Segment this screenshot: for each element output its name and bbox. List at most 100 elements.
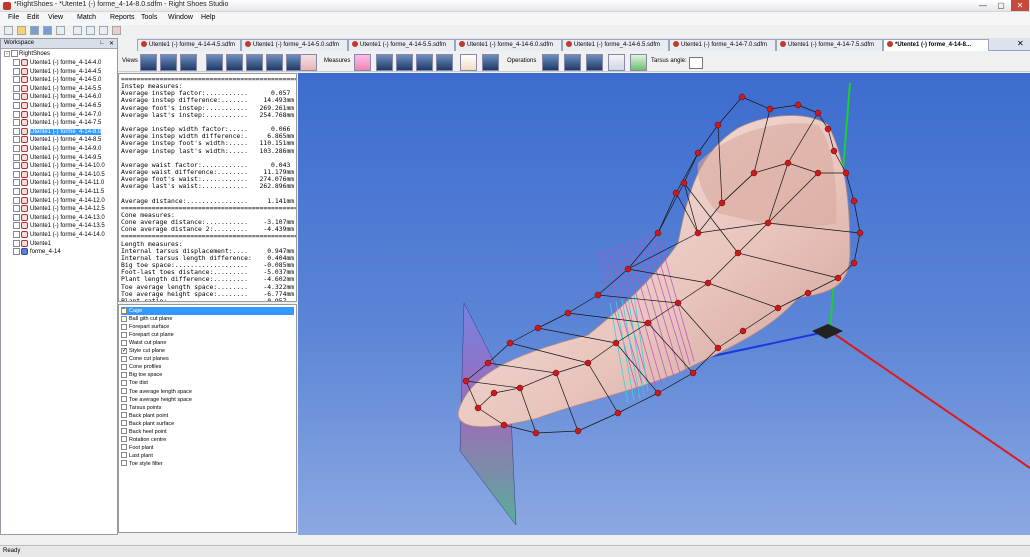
layer-checkbox[interactable]	[121, 444, 127, 451]
cage-control-point[interactable]	[532, 429, 540, 437]
save-all-icon[interactable]	[43, 26, 52, 35]
view-front-button[interactable]	[206, 54, 223, 71]
layer-item[interactable]: Tarsus points	[121, 404, 161, 412]
tree-checkbox[interactable]	[13, 188, 20, 195]
layer-item[interactable]: Back plant point	[121, 412, 168, 420]
layer-item[interactable]: Cone profiles	[121, 363, 161, 371]
layer-checkbox[interactable]	[121, 420, 127, 427]
layer-checkbox[interactable]	[121, 388, 127, 395]
cage-control-point[interactable]	[850, 197, 858, 205]
layer-item[interactable]: Toe average length space	[121, 388, 192, 396]
close-icon[interactable]: ✕	[1011, 0, 1029, 11]
layer-checkbox[interactable]	[121, 404, 127, 411]
cage-control-point[interactable]	[750, 169, 758, 177]
tree-checkbox[interactable]	[13, 231, 20, 238]
tab-forme-7-0[interactable]: Utente1 (-) forme_4-14-7.0.sdfm	[669, 39, 776, 51]
layer-item[interactable]: ✓ Style cut plane	[121, 347, 165, 355]
tarsus-angle-input[interactable]	[689, 57, 703, 69]
save-icon[interactable]	[30, 26, 39, 35]
cage-control-point[interactable]	[718, 199, 726, 207]
layer-item[interactable]: Forepart cut plane	[121, 331, 174, 339]
cage-control-point[interactable]	[804, 289, 812, 297]
tree-checkbox[interactable]	[13, 205, 20, 213]
tree-checkbox[interactable]	[13, 170, 20, 178]
layer-item[interactable]: Forepart surface	[121, 323, 169, 331]
layer-checkbox[interactable]	[121, 436, 127, 443]
cage-control-point[interactable]	[734, 249, 742, 257]
tree-checkbox[interactable]	[13, 67, 20, 75]
new-file-icon[interactable]	[4, 26, 13, 35]
cage-control-point[interactable]	[689, 369, 697, 377]
layer-checkbox[interactable]: ✓	[121, 347, 127, 354]
menu-file[interactable]: File	[8, 14, 19, 21]
tree-root[interactable]: - RightShoes	[4, 50, 50, 59]
measure-height-button[interactable]	[416, 54, 433, 71]
layer-item[interactable]: Rotation centre	[121, 436, 166, 444]
tree-checkbox[interactable]	[13, 179, 20, 187]
collapse-icon[interactable]: -	[4, 50, 10, 57]
viewport-canvas[interactable]	[298, 73, 1030, 535]
layer-checkbox[interactable]	[121, 315, 127, 322]
view-back-button[interactable]	[226, 54, 243, 71]
delete-icon[interactable]	[112, 26, 121, 35]
measure-girth-button[interactable]	[436, 54, 453, 71]
cage-control-point[interactable]	[484, 359, 492, 367]
cage-control-point[interactable]	[764, 219, 772, 227]
layer-checkbox[interactable]	[121, 339, 127, 346]
layer-checkbox[interactable]	[121, 355, 127, 362]
cage-control-point[interactable]	[694, 149, 702, 157]
cage-control-point[interactable]	[654, 229, 662, 237]
tree-checkbox[interactable]	[13, 222, 20, 230]
cage-control-point[interactable]	[564, 309, 572, 317]
cage-control-point[interactable]	[552, 369, 560, 377]
tree-checkbox[interactable]	[13, 248, 20, 256]
view-side-button[interactable]	[140, 54, 157, 71]
view-bottom-button[interactable]	[180, 54, 197, 71]
layer-checkbox[interactable]	[121, 396, 127, 403]
cage-control-point[interactable]	[462, 377, 470, 385]
menu-tools[interactable]: Tools	[141, 14, 157, 21]
op-rotate-button[interactable]	[608, 54, 625, 71]
cage-control-point[interactable]	[672, 189, 680, 197]
cage-control-point[interactable]	[490, 389, 498, 397]
layer-checkbox[interactable]	[121, 412, 127, 419]
tab-forme-8-0[interactable]: *Utente1 (-) forme_4-14-8...	[883, 39, 989, 51]
tab-forme-6-5[interactable]: Utente1 (-) forme_4-14-6.5.sdfm	[562, 39, 669, 51]
layer-checkbox[interactable]	[121, 460, 127, 467]
tree-checkbox[interactable]	[13, 93, 20, 101]
cage-control-point[interactable]	[594, 291, 602, 299]
layer-item[interactable]: Toe style filter	[121, 460, 163, 468]
layer-checkbox[interactable]	[121, 379, 127, 386]
tree-checkbox[interactable]	[13, 145, 20, 152]
cage-control-point[interactable]	[574, 427, 582, 435]
cage-control-point[interactable]	[612, 339, 620, 347]
cage-control-point[interactable]	[784, 159, 792, 167]
print-icon[interactable]	[56, 26, 65, 35]
layer-checkbox[interactable]	[121, 371, 127, 378]
pin-icon[interactable]: ∟	[99, 40, 105, 46]
layer-item[interactable]: Foot plant	[121, 444, 153, 452]
tree-checkbox[interactable]	[13, 127, 20, 135]
op-align-button[interactable]	[542, 54, 559, 71]
layer-item[interactable]: Cone cut planes	[121, 355, 169, 363]
measure-grid-button[interactable]	[300, 54, 317, 71]
tree-checkbox[interactable]	[13, 119, 20, 127]
layer-item[interactable]: Last plant	[121, 452, 153, 460]
close-tab-icon[interactable]: ✕	[1017, 39, 1024, 48]
layer-checkbox[interactable]	[121, 323, 127, 330]
cage-control-point[interactable]	[694, 229, 702, 237]
tree-checkbox[interactable]	[13, 153, 20, 161]
layer-item[interactable]: Toe dist	[121, 379, 148, 387]
open-folder-icon[interactable]	[17, 26, 26, 35]
layer-checkbox[interactable]: ✓	[121, 307, 127, 314]
pin-measure-button[interactable]	[354, 54, 371, 71]
cage-control-point[interactable]	[834, 274, 842, 282]
cut-icon[interactable]	[73, 26, 82, 35]
layer-checkbox[interactable]	[121, 452, 127, 459]
cage-control-point[interactable]	[738, 93, 746, 101]
measure-length-button[interactable]	[376, 54, 393, 71]
foot-button[interactable]	[460, 54, 477, 71]
cage-control-point[interactable]	[794, 101, 802, 109]
copy-icon[interactable]	[86, 26, 95, 35]
tree-checkbox[interactable]	[13, 76, 20, 84]
